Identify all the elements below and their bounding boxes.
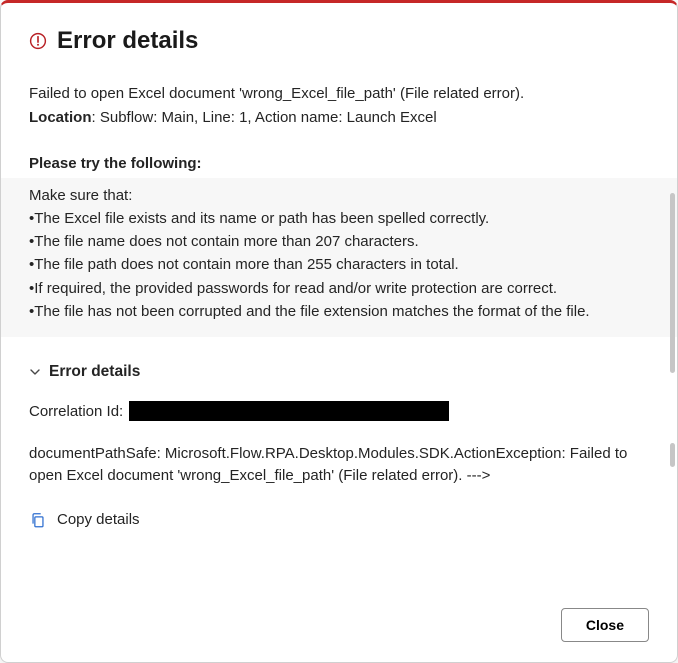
suggestions-list: The Excel file exists and its name or pa… <box>29 207 649 323</box>
error-location: Location: Subflow: Main, Line: 1, Action… <box>29 107 649 129</box>
copy-details-button[interactable]: Copy details <box>29 507 140 533</box>
list-item: The Excel file exists and its name or pa… <box>29 207 649 230</box>
dialog-footer: Close <box>29 608 649 642</box>
suggestions-box: Make sure that: The Excel file exists an… <box>1 178 677 338</box>
stack-trace: documentPathSafe: Microsoft.Flow.RPA.Des… <box>29 443 649 487</box>
correlation-label: Correlation Id: <box>29 403 123 420</box>
chevron-down-icon <box>29 366 41 378</box>
list-item: The file path does not contain more than… <box>29 253 649 276</box>
copy-icon <box>29 511 47 529</box>
list-item: The file has not been corrupted and the … <box>29 300 649 323</box>
dialog-title: Error details <box>57 27 198 55</box>
error-message: Failed to open Excel document 'wrong_Exc… <box>29 83 649 105</box>
details-toggle-label: Error details <box>49 363 140 381</box>
details-section: Error details Correlation Id: documentPa… <box>29 363 649 553</box>
suggestions-lead: Make sure that: <box>29 184 649 207</box>
copy-details-label: Copy details <box>57 511 140 528</box>
scrollbar[interactable] <box>670 193 675 373</box>
error-icon <box>29 32 47 50</box>
list-item: If required, the provided passwords for … <box>29 277 649 300</box>
location-label: Location <box>29 109 92 126</box>
suggestions-heading: Please try the following: <box>29 155 649 172</box>
correlation-id-redacted <box>129 401 449 421</box>
details-toggle[interactable]: Error details <box>29 363 649 381</box>
list-item: The file name does not contain more than… <box>29 230 649 253</box>
location-value: Subflow: Main, Line: 1, Action name: Lau… <box>100 109 437 126</box>
scrollbar[interactable] <box>670 443 675 467</box>
correlation-row: Correlation Id: <box>29 401 649 421</box>
dialog-header: Error details <box>29 27 649 55</box>
close-button[interactable]: Close <box>561 608 649 642</box>
error-dialog: Error details Failed to open Excel docum… <box>1 3 677 662</box>
